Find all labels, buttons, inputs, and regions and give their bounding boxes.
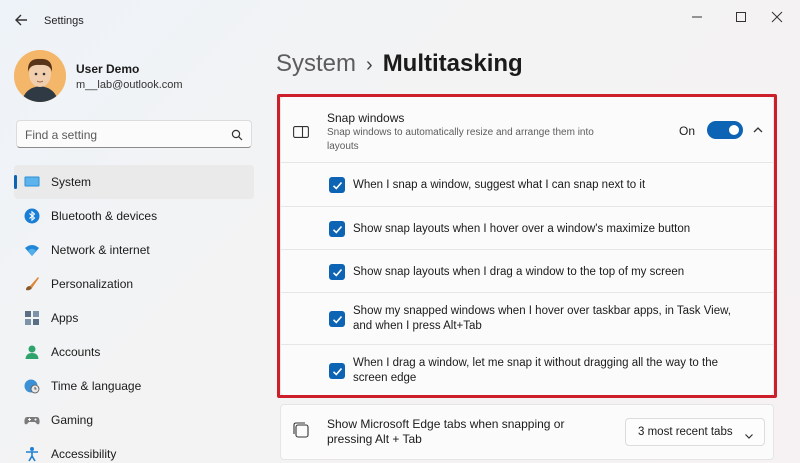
- user-email: m__lab@outlook.com: [76, 79, 183, 91]
- title-bar: Settings: [0, 0, 800, 40]
- accessibility-icon: [24, 446, 40, 462]
- breadcrumb-parent[interactable]: System: [276, 50, 356, 77]
- search-icon[interactable]: [231, 128, 243, 141]
- edge-tabs-card: Show Microsoft Edge tabs when snapping o…: [280, 404, 774, 460]
- sidebar-item-label: Time & language: [51, 379, 142, 393]
- snap-option-label: When I drag a window, let me snap it wit…: [353, 357, 719, 384]
- snap-option-label: Show snap layouts when I drag a window t…: [353, 266, 685, 278]
- edge-tabs-label: Show Microsoft Edge tabs when snapping o…: [327, 417, 565, 446]
- checkbox[interactable]: [329, 264, 345, 280]
- person-icon: [24, 344, 40, 360]
- snap-option-row[interactable]: Show snap layouts when I hover over a wi…: [281, 207, 773, 250]
- brush-icon: [24, 276, 40, 292]
- breadcrumb: System › Multitasking: [276, 50, 523, 78]
- snap-option-label: Show my snapped windows when I hover ove…: [353, 305, 732, 332]
- snap-option-row[interactable]: When I drag a window, let me snap it wit…: [281, 345, 773, 396]
- search-input[interactable]: Find a setting: [16, 120, 252, 148]
- sidebar-item-time-language[interactable]: Time & language: [14, 369, 254, 403]
- snap-windows-description: Snap windows to automatically resize and…: [327, 127, 594, 152]
- breadcrumb-separator: ›: [366, 54, 373, 76]
- snap-option-label: When I snap a window, suggest what I can…: [353, 179, 646, 191]
- sidebar-item-system[interactable]: System: [14, 165, 254, 199]
- search-placeholder: Find a setting: [25, 128, 98, 142]
- wifi-icon: [24, 242, 40, 258]
- sidebar-item-accounts[interactable]: Accounts: [14, 335, 254, 369]
- snap-windows-card: Snap windows Snap windows to automatical…: [280, 96, 774, 396]
- chevron-up-icon[interactable]: [751, 123, 765, 137]
- snap-windows-header[interactable]: Snap windows Snap windows to automatical…: [281, 97, 773, 163]
- snap-window-icon: [293, 125, 309, 138]
- maximize-icon[interactable]: [726, 6, 756, 28]
- back-arrow-icon[interactable]: [12, 10, 32, 30]
- avatar[interactable]: [14, 50, 66, 102]
- sidebar-item-label: Gaming: [51, 413, 94, 427]
- sidebar-item-accessibility[interactable]: Accessibility: [14, 437, 254, 463]
- sidebar-item-apps[interactable]: Apps: [14, 301, 254, 335]
- chevron-down-icon: [744, 428, 754, 439]
- sidebar-item-label: Apps: [51, 311, 79, 325]
- globe-clock-icon: [24, 378, 40, 394]
- sidebar-item-bluetooth[interactable]: Bluetooth & devices: [14, 199, 254, 233]
- user-name: User Demo: [76, 62, 140, 76]
- snap-windows-title: Snap windows: [327, 111, 405, 125]
- window-title: Settings: [44, 15, 84, 27]
- minimize-icon[interactable]: [682, 6, 712, 28]
- sidebar-item-label: Accounts: [51, 345, 101, 359]
- sidebar-item-label: System: [51, 175, 92, 189]
- tabs-icon: [293, 422, 309, 438]
- checkbox[interactable]: [329, 221, 345, 237]
- edge-tabs-dropdown[interactable]: 3 most recent tabs: [625, 418, 765, 446]
- apps-icon: [24, 310, 40, 326]
- gamepad-icon: [24, 412, 40, 428]
- toggle-knob: [729, 125, 739, 135]
- checkbox[interactable]: [329, 363, 345, 379]
- sidebar-item-label: Accessibility: [51, 447, 117, 461]
- monitor-icon: [24, 174, 40, 190]
- checkbox[interactable]: [329, 177, 345, 193]
- sidebar-item-label: Network & internet: [51, 243, 150, 257]
- dropdown-selected: 3 most recent tabs: [638, 426, 733, 438]
- snap-option-row[interactable]: Show my snapped windows when I hover ove…: [281, 293, 773, 345]
- snap-option-label: Show snap layouts when I hover over a wi…: [353, 223, 691, 235]
- page-title: Multitasking: [382, 50, 523, 77]
- toggle-state-label: On: [679, 124, 696, 138]
- sidebar-item-personalization[interactable]: Personalization: [14, 267, 254, 301]
- close-icon[interactable]: [762, 6, 792, 28]
- sidebar-item-label: Bluetooth & devices: [51, 209, 158, 223]
- sidebar-item-gaming[interactable]: Gaming: [14, 403, 254, 437]
- snap-option-row[interactable]: When I snap a window, suggest what I can…: [281, 163, 773, 207]
- sidebar-item-network[interactable]: Network & internet: [14, 233, 254, 267]
- snap-option-row[interactable]: Show snap layouts when I drag a window t…: [281, 250, 773, 293]
- snap-windows-toggle[interactable]: [707, 121, 743, 139]
- bluetooth-icon: [24, 208, 40, 224]
- checkbox[interactable]: [329, 311, 345, 327]
- sidebar-item-label: Personalization: [51, 277, 134, 291]
- sidebar-nav: System Bluetooth & devices Network & int…: [14, 165, 254, 463]
